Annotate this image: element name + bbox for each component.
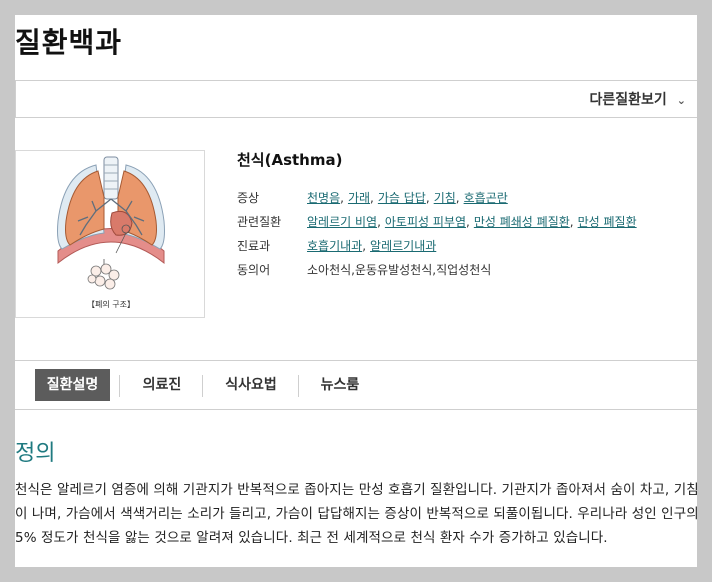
- disease-name: 천식(Asthma): [237, 151, 343, 169]
- tab-medical-staff[interactable]: 의료진: [127, 369, 197, 401]
- info-link[interactable]: 만성 폐질환: [578, 215, 637, 229]
- info-row-label: 증상: [237, 191, 260, 205]
- page: 질환백과 다른질환보기 ⌄ 【폐의 구조】 천식(Asthma) 증상 천명음,…: [15, 15, 697, 567]
- other-disease-label: 다른질환보기: [589, 92, 667, 108]
- info-row-label: 관련질환: [237, 215, 282, 229]
- page-title: 질환백과: [15, 26, 123, 59]
- info-row-label: 진료과: [237, 239, 271, 253]
- tab-divider: [202, 375, 203, 397]
- info-row-values: 소아천식,운동유발성천식,직업성천식: [307, 258, 697, 282]
- info-row-values: 천명음, 가래, 가슴 답답, 기침, 호흡곤란: [307, 186, 697, 210]
- section-body: 천식은 알레르기 염증에 의해 기관지가 반복적으로 좁아지는 만성 호흡기 질…: [15, 482, 697, 546]
- disease-figure: 【폐의 구조】: [15, 150, 205, 318]
- link-separator: ,: [340, 191, 344, 205]
- tab-divider: [119, 375, 120, 397]
- info-row-label: 동의어: [237, 263, 271, 277]
- info-row-values: 호흡기내과, 알레르기내과: [307, 234, 697, 258]
- info-link[interactable]: 알레르기 비염: [307, 215, 377, 229]
- other-disease-button[interactable]: 다른질환보기 ⌄: [590, 81, 687, 119]
- lungs-illustration: 【폐의 구조】: [57, 156, 165, 309]
- chevron-down-icon: ⌄: [676, 94, 686, 107]
- link-separator: ,: [377, 215, 381, 229]
- link-separator: ,: [466, 215, 470, 229]
- info-link[interactable]: 알레르기내과: [370, 239, 436, 253]
- info-link[interactable]: 가슴 답답: [378, 191, 426, 205]
- info-link[interactable]: 가래: [348, 191, 370, 205]
- link-separator: ,: [425, 191, 430, 205]
- tab-newsroom[interactable]: 뉴스룸: [307, 369, 373, 401]
- other-disease-bar: 다른질환보기 ⌄: [15, 80, 697, 118]
- info-link[interactable]: 기침: [434, 191, 456, 205]
- tab-disease-description[interactable]: 질환설명: [35, 369, 110, 401]
- info-link[interactable]: 호흡기내과: [307, 239, 362, 253]
- tab-divider: [298, 375, 299, 397]
- link-separator: ,: [362, 239, 367, 253]
- info-link[interactable]: 호흡곤란: [464, 191, 508, 205]
- info-link[interactable]: 만성 폐쇄성 폐질환: [474, 215, 570, 229]
- info-row: 동의어 소아천식,운동유발성천식,직업성천식: [237, 258, 697, 282]
- link-separator: ,: [370, 191, 374, 205]
- info-row: 진료과 호흡기내과, 알레르기내과: [237, 234, 697, 258]
- link-separator: ,: [569, 215, 574, 229]
- content-tabs: 질환설명 의료진 식사요법 뉴스룸: [15, 360, 697, 410]
- info-link[interactable]: 천명음: [307, 191, 340, 205]
- figure-caption: 【폐의 구조】: [87, 299, 135, 309]
- info-row: 관련질환 알레르기 비염, 아토피성 피부염, 만성 폐쇄성 폐질환, 만성 폐질환: [237, 210, 697, 234]
- section-title: 정의: [15, 441, 56, 466]
- link-separator: ,: [455, 191, 460, 205]
- tab-diet-therapy[interactable]: 식사요법: [211, 369, 291, 401]
- info-link[interactable]: 아토피성 피부염: [385, 215, 466, 229]
- info-text: 소아천식,운동유발성천식,직업성천식: [307, 263, 492, 277]
- info-row-values: 알레르기 비염, 아토피성 피부염, 만성 폐쇄성 폐질환, 만성 폐질환: [307, 210, 697, 234]
- disease-info: 천식(Asthma) 증상 천명음, 가래, 가슴 답답, 기침, 호흡곤란 관련질환 알레르…: [237, 150, 697, 282]
- info-row: 증상 천명음, 가래, 가슴 답답, 기침, 호흡곤란: [237, 186, 697, 210]
